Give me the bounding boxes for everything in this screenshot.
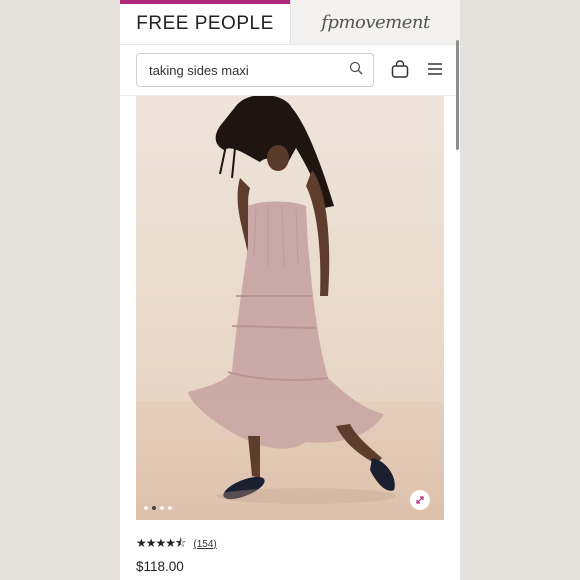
page-scrollbar[interactable] [456,40,459,150]
carousel-dot[interactable] [144,506,148,510]
product-photo-illustration [136,96,444,520]
search-icon[interactable] [349,61,363,80]
search-input[interactable]: taking sides maxi [136,53,374,87]
product-rating: ★★★★⯪ (154) [136,534,217,555]
expand-image-icon[interactable] [410,490,430,510]
tab-free-people-label: FREE PEOPLE [136,13,274,34]
tab-fp-movement[interactable]: fpmovement [290,0,460,44]
hamburger-menu-icon[interactable] [425,59,445,79]
brand-tabs: FREE PEOPLE fpmovement [120,0,460,44]
search-input-value: taking sides maxi [149,62,249,78]
header-divider [120,44,460,45]
tab-free-people[interactable]: FREE PEOPLE [120,0,290,44]
carousel-dot[interactable] [168,506,172,510]
product-price: $118.00 [136,559,184,574]
shopping-bag-icon[interactable] [389,58,411,80]
review-count-link[interactable]: (154) [193,539,216,550]
mobile-page: FREE PEOPLE fpmovement taking sides maxi [120,0,460,580]
product-image[interactable] [136,96,444,520]
tab-fp-movement-label: fpmovement [321,11,430,33]
carousel-dot[interactable] [160,506,164,510]
image-carousel-dots [144,506,172,510]
carousel-dot-active[interactable] [152,506,156,510]
star-rating-icon: ★★★★⯪ [136,536,186,550]
